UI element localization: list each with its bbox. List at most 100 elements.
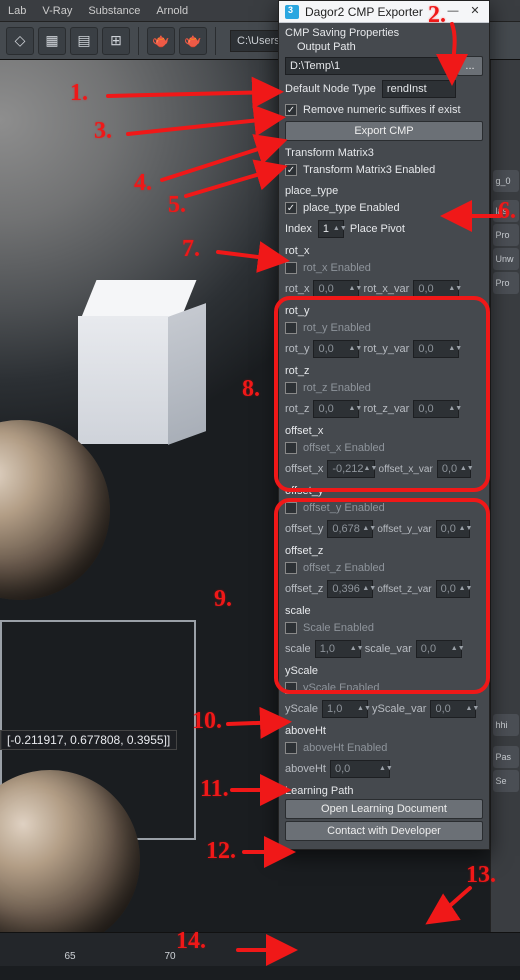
export-cmp-button[interactable]: Export CMP bbox=[285, 121, 483, 141]
rtab-0[interactable]: g_0 bbox=[493, 170, 519, 192]
open-learning-doc-button[interactable]: Open Learning Document bbox=[285, 799, 483, 819]
rot-x-var-label: rot_x_var bbox=[363, 283, 409, 295]
offset-z-header: offset_z bbox=[285, 545, 483, 557]
rtab-3[interactable]: Unw bbox=[493, 248, 519, 270]
scale-header: scale bbox=[285, 605, 483, 617]
rot-y-spinner[interactable]: 0,0▲▼ bbox=[313, 340, 359, 358]
menu-substance[interactable]: Substance bbox=[80, 5, 148, 17]
rot-y-var-label: rot_y_var bbox=[363, 343, 409, 355]
rot-z-header: rot_z bbox=[285, 365, 483, 377]
aboveht-enabled-label: aboveHt Enabled bbox=[303, 742, 387, 754]
offset-z-enabled-checkbox[interactable] bbox=[285, 562, 297, 574]
coord-readout: [-0.211917, 0.677808, 0.3955]] bbox=[0, 730, 177, 750]
rtab-1[interactable]: las bbox=[493, 200, 519, 222]
app-icon bbox=[285, 5, 299, 19]
aboveht-enabled-checkbox[interactable] bbox=[285, 742, 297, 754]
place-type-enabled-checkbox[interactable] bbox=[285, 202, 297, 214]
offset-y-var-spinner[interactable]: 0,0▲▼ bbox=[436, 520, 470, 538]
aboveht-val-label: aboveHt bbox=[285, 763, 326, 775]
offset-z-var-spinner[interactable]: 0,0▲▼ bbox=[436, 580, 470, 598]
minimize-button[interactable]: — bbox=[445, 4, 461, 20]
rot-x-val-label: rot_x bbox=[285, 283, 309, 295]
offset-y-enabled-checkbox[interactable] bbox=[285, 502, 297, 514]
yscale-header: yScale bbox=[285, 665, 483, 677]
scale-var-spinner[interactable]: 0,0▲▼ bbox=[416, 640, 462, 658]
scale-var-label: scale_var bbox=[365, 643, 412, 655]
tm3-enabled-label: Transform Matrix3 Enabled bbox=[303, 164, 435, 176]
output-path-label: Output Path bbox=[285, 41, 483, 53]
rtab-7[interactable]: Se bbox=[493, 770, 519, 792]
rot-z-spinner[interactable]: 0,0▲▼ bbox=[313, 400, 359, 418]
offset-x-val-label: offset_x bbox=[285, 463, 323, 475]
output-path-input[interactable] bbox=[285, 57, 451, 75]
offset-z-spinner[interactable]: 0,396▲▼ bbox=[327, 580, 373, 598]
menu-arnold[interactable]: Arnold bbox=[148, 5, 196, 17]
offset-x-enabled-checkbox[interactable] bbox=[285, 442, 297, 454]
teapot-icon[interactable]: 🫖 bbox=[147, 27, 175, 55]
panel-titlebar[interactable]: Dagor2 CMP Exporter — ✕ bbox=[279, 1, 489, 23]
cmp-exporter-panel: Dagor2 CMP Exporter — ✕ CMP Saving Prope… bbox=[278, 0, 490, 850]
yscale-var-label: yScale_var bbox=[372, 703, 426, 715]
rot-z-enabled-label: rot_z Enabled bbox=[303, 382, 371, 394]
panel-title: Dagor2 CMP Exporter bbox=[305, 5, 439, 19]
rot-x-header: rot_x bbox=[285, 245, 483, 257]
contact-developer-button[interactable]: Contact with Developer bbox=[285, 821, 483, 841]
offset-x-var-label: offset_x_var bbox=[379, 464, 433, 475]
yscale-spinner[interactable]: 1,0▲▼ bbox=[322, 700, 368, 718]
aboveht-spinner[interactable]: 0,0▲▼ bbox=[330, 760, 390, 778]
menu-vray[interactable]: V-Ray bbox=[34, 5, 80, 17]
right-side-tabs: g_0 las Pro Unw Pro hhi Pas Se bbox=[490, 60, 520, 940]
place-index-spinner[interactable]: 1▲▼ bbox=[318, 220, 344, 238]
rot-z-var-spinner[interactable]: 0,0▲▼ bbox=[413, 400, 459, 418]
rot-x-spinner[interactable]: 0,0▲▼ bbox=[313, 280, 359, 298]
place-index-label: Index bbox=[285, 223, 312, 235]
rot-z-enabled-checkbox[interactable] bbox=[285, 382, 297, 394]
timeline[interactable]: 65 70 bbox=[0, 932, 520, 966]
tm3-enabled-checkbox[interactable] bbox=[285, 164, 297, 176]
tool-icon-4[interactable]: ⊞ bbox=[102, 27, 130, 55]
rtab-6[interactable]: Pas bbox=[493, 746, 519, 768]
rot-x-enabled-checkbox[interactable] bbox=[285, 262, 297, 274]
rot-y-header: rot_y bbox=[285, 305, 483, 317]
rot-y-var-spinner[interactable]: 0,0▲▼ bbox=[413, 340, 459, 358]
scale-spinner[interactable]: 1,0▲▼ bbox=[315, 640, 361, 658]
browse-button[interactable]: ... bbox=[457, 56, 483, 76]
rot-x-enabled-label: rot_x Enabled bbox=[303, 262, 371, 274]
scale-enabled-label: Scale Enabled bbox=[303, 622, 374, 634]
tick-65: 65 bbox=[64, 951, 75, 962]
scale-val-label: scale bbox=[285, 643, 311, 655]
scene-box-mesh[interactable] bbox=[78, 280, 198, 440]
offset-x-header: offset_x bbox=[285, 425, 483, 437]
remove-suffixes-checkbox[interactable] bbox=[285, 104, 297, 116]
learning-header: Learning Path bbox=[285, 785, 483, 797]
offset-z-val-label: offset_z bbox=[285, 583, 323, 595]
offset-y-spinner[interactable]: 0,678▲▼ bbox=[327, 520, 373, 538]
rot-x-var-spinner[interactable]: 0,0▲▼ bbox=[413, 280, 459, 298]
rtab-4[interactable]: Pro bbox=[493, 272, 519, 294]
close-button[interactable]: ✕ bbox=[467, 4, 483, 20]
offset-y-header: offset_y bbox=[285, 485, 483, 497]
scale-enabled-checkbox[interactable] bbox=[285, 622, 297, 634]
yscale-enabled-label: yScale Enabled bbox=[303, 682, 379, 694]
yscale-enabled-checkbox[interactable] bbox=[285, 682, 297, 694]
menu-lab[interactable]: Lab bbox=[0, 5, 34, 17]
yscale-var-spinner[interactable]: 0,0▲▼ bbox=[430, 700, 476, 718]
default-node-type-label: Default Node Type bbox=[285, 83, 376, 95]
rot-z-val-label: rot_z bbox=[285, 403, 309, 415]
offset-z-enabled-label: offset_z Enabled bbox=[303, 562, 385, 574]
teapot-alt-icon[interactable]: 🫖 bbox=[179, 27, 207, 55]
rtab-5[interactable]: hhi bbox=[493, 714, 519, 736]
rot-y-enabled-label: rot_y Enabled bbox=[303, 322, 371, 334]
rtab-2[interactable]: Pro bbox=[493, 224, 519, 246]
rot-y-enabled-checkbox[interactable] bbox=[285, 322, 297, 334]
remove-suffixes-label: Remove numeric suffixes if exist bbox=[303, 104, 461, 116]
yscale-val-label: yScale bbox=[285, 703, 318, 715]
aboveht-header: aboveHt bbox=[285, 725, 483, 737]
default-node-type-input[interactable] bbox=[382, 80, 456, 98]
tool-icon-2[interactable]: ▦ bbox=[38, 27, 66, 55]
tool-icon-3[interactable]: ▤ bbox=[70, 27, 98, 55]
offset-x-var-spinner[interactable]: 0,0▲▼ bbox=[437, 460, 471, 478]
rot-z-var-label: rot_z_var bbox=[363, 403, 409, 415]
tool-icon-1[interactable]: ◇ bbox=[6, 27, 34, 55]
offset-x-spinner[interactable]: -0,212▲▼ bbox=[327, 460, 374, 478]
